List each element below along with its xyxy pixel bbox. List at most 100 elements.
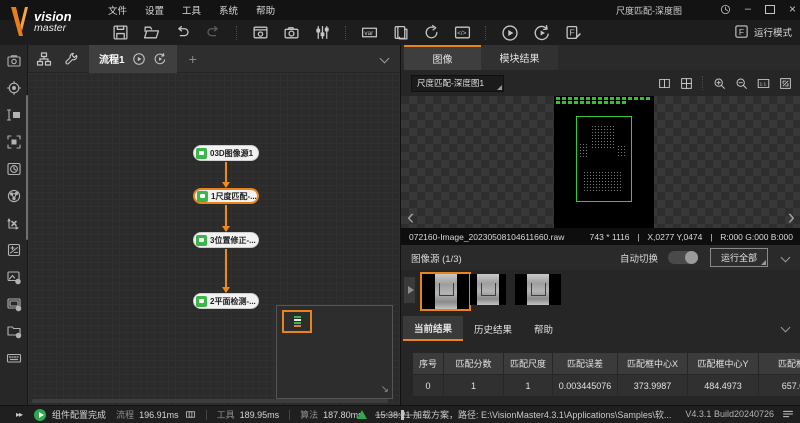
loop-run-process-icon[interactable] <box>153 52 167 66</box>
close-button[interactable]: × <box>789 2 796 16</box>
acquire-camera-icon[interactable] <box>6 53 22 69</box>
result-tabs-chevron-icon[interactable] <box>781 323 791 333</box>
split-view-icon[interactable] <box>658 77 671 90</box>
keyboard-icon[interactable] <box>6 350 22 366</box>
thumbnail-2[interactable] <box>470 274 506 305</box>
toolbar-separator <box>236 26 238 40</box>
run-mode-button[interactable]: F 运行模式 <box>734 24 792 39</box>
column-settings-icon[interactable] <box>314 24 331 41</box>
one-to-one-icon[interactable]: 1:1 <box>757 77 770 90</box>
algo-time-label: 算法 <box>300 408 318 421</box>
image-info-bar: 072160-Image_20230508104611660.raw 743 *… <box>401 228 800 245</box>
flow-node-plane-detect[interactable]: 2平面检测-... <box>193 293 259 309</box>
card-icon[interactable] <box>392 24 409 41</box>
flow-minimap[interactable]: ↘ <box>276 305 393 399</box>
link-network-icon[interactable] <box>6 188 22 204</box>
save-icon[interactable] <box>112 24 129 41</box>
flow-node-image-source[interactable]: 03D图像源1 <box>193 145 259 161</box>
image-source-select[interactable]: 尺度匹配-深度图1 <box>411 75 504 92</box>
window-title: 尺度匹配-深度图 <box>616 4 682 17</box>
run-mode-label: 运行模式 <box>754 25 792 39</box>
variable-icon[interactable]: var <box>361 24 378 41</box>
tab-help[interactable]: 帮助 <box>523 316 564 341</box>
node-label: 03D图像源1 <box>210 148 253 159</box>
edit-scheme-icon[interactable]: F <box>565 24 582 41</box>
result-tab-bar: 当前结果 历史结果 帮助 <box>401 313 800 343</box>
zoom-in-icon[interactable] <box>713 77 726 90</box>
tab-module-result[interactable]: 模块结果 <box>481 45 558 70</box>
locate-target-icon[interactable] <box>6 80 22 96</box>
header-center-y: 匹配框中心Y <box>688 353 759 375</box>
minimize-button[interactable]: – <box>745 3 751 15</box>
clock-icon[interactable] <box>720 4 731 15</box>
camera-icon[interactable] <box>283 24 300 41</box>
transform-icon[interactable] <box>6 215 22 231</box>
node-icon <box>197 191 208 202</box>
process-tree-icon[interactable] <box>36 51 52 67</box>
prev-image-button[interactable]: ‹ <box>407 206 414 228</box>
run-process-icon[interactable] <box>132 52 146 66</box>
flow-tabs-chevron-icon[interactable] <box>380 54 390 64</box>
code-icon[interactable]: </> <box>454 24 471 41</box>
undo-icon[interactable] <box>174 24 191 41</box>
expand-sidebar-icon[interactable]: ▸▸ <box>16 410 22 419</box>
flow-horizontal-scrollbar[interactable] <box>32 399 388 403</box>
auto-switch-toggle[interactable] <box>668 251 698 264</box>
add-process-button[interactable]: + <box>189 51 197 67</box>
maximize-button[interactable] <box>765 5 775 14</box>
folder-settings-icon[interactable] <box>6 323 22 339</box>
image-result-tabs: 图像 模块结果 <box>401 45 800 70</box>
image-viewer[interactable]: ‹ › <box>401 96 800 228</box>
overlay-text-line <box>556 97 652 100</box>
run-icon[interactable] <box>501 24 519 42</box>
tab-history-result[interactable]: 历史结果 <box>463 316 523 341</box>
menu-system[interactable]: 系统 <box>219 3 238 17</box>
flow-canvas[interactable]: 03D图像源1 1尺度匹配-... 3位置修正-... 2平面检测-... <box>28 73 400 405</box>
log-list-icon[interactable] <box>782 408 794 420</box>
status-state: 组件配置完成 <box>52 408 106 421</box>
node-icon <box>196 148 207 159</box>
wrench-icon[interactable] <box>64 51 79 66</box>
node-label: 2平面检测-... <box>210 296 256 307</box>
tab-image[interactable]: 图像 <box>404 45 481 70</box>
source-row-chevron-icon[interactable] <box>781 253 791 263</box>
tab-process-1[interactable]: 流程1 <box>89 45 177 73</box>
sync-icon[interactable] <box>423 24 440 41</box>
run-all-button[interactable]: 运行全部 <box>710 248 768 267</box>
logo-v-icon <box>8 5 30 39</box>
run-loop-icon[interactable] <box>533 24 551 42</box>
tab-current-result[interactable]: 当前结果 <box>403 316 463 341</box>
menu-settings[interactable]: 设置 <box>145 3 164 17</box>
process-tab-label: 流程1 <box>99 51 125 66</box>
header-index: 序号 <box>413 353 444 375</box>
fit-screen-icon[interactable] <box>779 77 792 90</box>
flow-node-scale-match[interactable]: 1尺度匹配-... <box>193 188 259 204</box>
zoom-out-icon[interactable] <box>735 77 748 90</box>
open-folder-icon[interactable] <box>143 24 160 41</box>
depth-image <box>554 96 654 228</box>
quad-view-icon[interactable] <box>680 77 693 90</box>
minimap-resize-handle[interactable]: ↘ <box>381 384 389 395</box>
menu-bar: 文件 设置 工具 系统 帮助 <box>108 3 275 17</box>
thumbnail-3[interactable] <box>515 274 561 305</box>
table-row[interactable]: 0 1 1 0.003445076 373.9987 484.4973 657.… <box>413 375 800 397</box>
header-box-width: 匹配框宽度 <box>759 353 800 375</box>
image-settings-icon[interactable] <box>6 269 22 285</box>
next-image-button[interactable]: › <box>788 206 795 228</box>
flow-panel: 流程1 + 03D图像源1 1尺度匹配-... 3位置修正-... <box>28 45 400 405</box>
capture-window-icon[interactable] <box>252 24 269 41</box>
timer-icon[interactable] <box>6 161 22 177</box>
status-separator <box>206 410 207 420</box>
thumbnail-1[interactable] <box>420 272 471 311</box>
focus-region-icon[interactable] <box>6 134 22 150</box>
time-detail-icon[interactable] <box>185 409 196 420</box>
minimap-viewport[interactable] <box>282 310 312 333</box>
calculator-icon[interactable] <box>6 242 22 258</box>
flow-node-position-fix[interactable]: 3位置修正-... <box>193 232 259 248</box>
display-settings-icon[interactable] <box>6 296 22 312</box>
thumb-scroll-button[interactable] <box>404 277 415 303</box>
menu-help[interactable]: 帮助 <box>256 3 275 17</box>
menu-tools[interactable]: 工具 <box>182 3 201 17</box>
menu-file[interactable]: 文件 <box>108 3 127 17</box>
measure-icon[interactable] <box>6 107 22 123</box>
